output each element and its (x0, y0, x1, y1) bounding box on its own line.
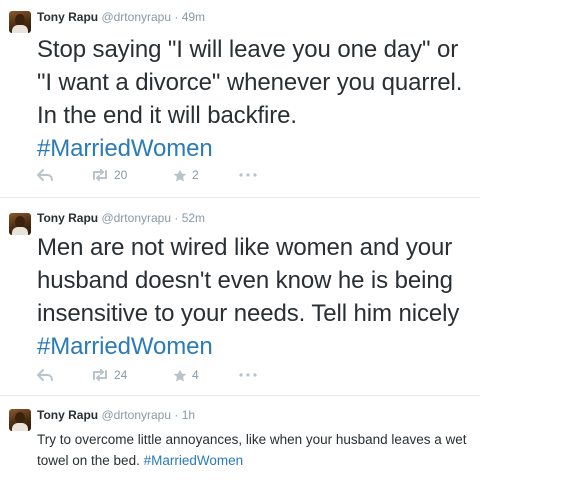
tweet[interactable]: Tony Rapu @drtonyrapu · 52m Men are not … (0, 199, 480, 396)
tweet-body: Stop saying "I will leave you one day" o… (37, 36, 463, 129)
reply-button[interactable] (37, 369, 81, 381)
avatar-shirt (12, 227, 28, 235)
author-name[interactable]: Tony Rapu (37, 408, 98, 422)
author-name[interactable]: Tony Rapu (37, 211, 98, 225)
avatar[interactable] (9, 409, 31, 431)
hashtag-link[interactable]: #MarriedWomen (37, 333, 213, 360)
hashtag-link[interactable]: #MarriedWomen (144, 453, 244, 468)
retweet-icon (91, 369, 109, 381)
more-button[interactable] (239, 173, 263, 177)
avatar[interactable] (9, 213, 31, 235)
reply-button[interactable] (37, 169, 81, 181)
avatar-shirt (12, 423, 28, 431)
tweet-text: Try to overcome little annoyances, like … (37, 429, 477, 471)
tweet-text: Stop saying "I will leave you one day" o… (37, 33, 477, 165)
tweet-body: Try to overcome little annoyances, like … (37, 432, 467, 468)
tweet-body: Men are not wired like women and your hu… (37, 234, 460, 327)
tweet-text: Men are not wired like women and your hu… (37, 231, 477, 363)
favorite-button[interactable]: 2 (173, 168, 239, 182)
tweet-header: Tony Rapu @drtonyrapu · 49m (37, 10, 205, 24)
author-handle[interactable]: @drtonyrapu (101, 211, 171, 225)
favorite-button[interactable]: 4 (173, 368, 239, 382)
timestamp[interactable]: 1h (182, 408, 195, 422)
star-icon (173, 369, 187, 382)
retweet-count: 20 (114, 168, 128, 182)
retweet-icon (91, 169, 109, 181)
tweet[interactable]: Tony Rapu @drtonyrapu · 1h Try to overco… (0, 397, 480, 483)
retweet-button[interactable]: 20 (91, 168, 173, 182)
author-name[interactable]: Tony Rapu (37, 10, 98, 24)
separator: · (174, 408, 179, 422)
reply-icon (37, 169, 53, 181)
tweet-actions: 24 4 (37, 367, 263, 383)
tweet-actions: 20 2 (37, 167, 263, 183)
more-button[interactable] (239, 373, 263, 377)
retweet-button[interactable]: 24 (91, 368, 173, 382)
retweet-count: 24 (114, 368, 128, 382)
favorite-count: 4 (192, 368, 199, 382)
separator: · (174, 10, 179, 24)
avatar-shirt (12, 25, 28, 33)
tweet[interactable]: Tony Rapu @drtonyrapu · 49m Stop saying … (0, 0, 480, 198)
favorite-count: 2 (192, 168, 199, 182)
tweet-header: Tony Rapu @drtonyrapu · 52m (37, 211, 205, 225)
more-icon (239, 373, 257, 377)
timestamp[interactable]: 52m (182, 211, 205, 225)
separator: · (174, 211, 179, 225)
timestamp[interactable]: 49m (182, 10, 205, 24)
author-handle[interactable]: @drtonyrapu (101, 408, 171, 422)
tweet-feed: Tony Rapu @drtonyrapu · 49m Stop saying … (0, 0, 570, 483)
author-handle[interactable]: @drtonyrapu (101, 10, 171, 24)
reply-icon (37, 369, 53, 381)
hashtag-link[interactable]: #MarriedWomen (37, 135, 213, 162)
more-icon (239, 173, 257, 177)
tweet-header: Tony Rapu @drtonyrapu · 1h (37, 408, 195, 422)
star-icon (173, 169, 187, 182)
avatar[interactable] (9, 11, 31, 33)
